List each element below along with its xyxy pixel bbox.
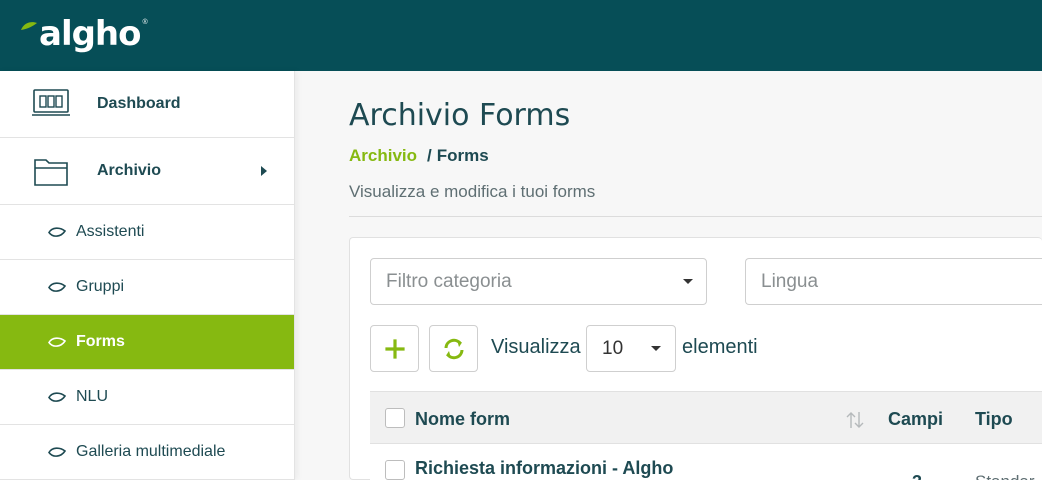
caret-right-icon [261, 166, 267, 176]
leaf-icon [48, 227, 66, 237]
chevron-down-icon [651, 346, 661, 351]
language-filter-placeholder: Lingua [761, 271, 819, 292]
sidebar-item-label: Galleria multimediale [76, 443, 226, 460]
table-header: Nome form Campi Tipo [370, 391, 1042, 444]
column-header-name[interactable]: Nome form [415, 409, 510, 430]
refresh-icon [444, 338, 463, 359]
page-title: Archivio Forms [349, 98, 571, 133]
sidebar: Dashboard Archivio Assistenti Gruppi For… [0, 71, 295, 480]
divider [349, 216, 1042, 217]
form-name-link[interactable]: Richiesta informazioni - Algho [415, 458, 673, 479]
leaf-icon [48, 392, 66, 402]
sidebar-item-assistenti[interactable]: Assistenti [0, 205, 294, 260]
folder-icon [34, 159, 68, 186]
breadcrumb-current: Forms [436, 146, 489, 165]
main-content: Archivio Forms Archivio / Forms Visualiz… [296, 71, 1042, 480]
sidebar-item-gruppi[interactable]: Gruppi [0, 260, 294, 315]
sidebar-item-label: Assistenti [76, 223, 145, 240]
sidebar-item-label: Forms [76, 333, 125, 350]
page-length-label: Visualizza [491, 336, 581, 358]
sort-icon[interactable] [846, 410, 864, 430]
dashboard-icon [32, 89, 70, 116]
table-row: Richiesta informazioni - Algho 3 Standar [370, 444, 1042, 480]
column-header-type[interactable]: Tipo [975, 409, 1013, 430]
form-type: Standar [975, 472, 1035, 480]
row-checkbox[interactable] [385, 460, 405, 480]
breadcrumb: Archivio / Forms [349, 146, 489, 166]
page-length-value: 10 [602, 338, 624, 359]
chevron-down-icon [683, 279, 693, 284]
breadcrumb-link-archivio[interactable]: Archivio [349, 146, 417, 166]
leaf-icon [48, 282, 66, 292]
sidebar-item-galleria-multimediale[interactable]: Galleria multimediale [0, 425, 294, 480]
sidebar-item-label: Archivio [97, 162, 162, 179]
forms-card: Filtro categoria Lingua Visualizza 10 el… [349, 237, 1042, 480]
sidebar-item-label: NLU [76, 388, 109, 405]
page-subtitle: Visualizza e modifica i tuoi forms [349, 182, 596, 201]
leaf-icon [48, 337, 66, 347]
select-all-checkbox[interactable] [385, 408, 405, 428]
refresh-button[interactable] [429, 325, 478, 372]
category-filter-placeholder: Filtro categoria [386, 271, 512, 292]
sidebar-item-dashboard[interactable]: Dashboard [0, 71, 294, 138]
form-fields-count: 3 [912, 472, 922, 480]
add-form-button[interactable] [370, 325, 419, 372]
column-header-fields[interactable]: Campi [888, 409, 943, 430]
logo-registered-mark: ® [142, 18, 148, 26]
algho-logo[interactable]: algho ® [20, 12, 148, 56]
plus-icon [384, 338, 405, 359]
elements-label: elementi [682, 336, 758, 358]
logo-leaf-icon [21, 22, 37, 30]
sidebar-item-nlu[interactable]: NLU [0, 370, 294, 425]
logo-text: algho [39, 14, 141, 54]
sidebar-item-forms[interactable]: Forms [0, 315, 294, 370]
breadcrumb-separator: / [427, 146, 432, 165]
page-length-select[interactable]: 10 [586, 325, 676, 372]
top-bar: algho ® [0, 0, 1042, 71]
sidebar-item-label: Dashboard [97, 95, 181, 112]
language-filter-select[interactable]: Lingua [745, 258, 1042, 305]
category-filter-select[interactable]: Filtro categoria [370, 258, 707, 305]
sidebar-item-archivio[interactable]: Archivio [0, 138, 294, 205]
leaf-icon [48, 447, 66, 457]
sidebar-item-label: Gruppi [76, 278, 125, 295]
